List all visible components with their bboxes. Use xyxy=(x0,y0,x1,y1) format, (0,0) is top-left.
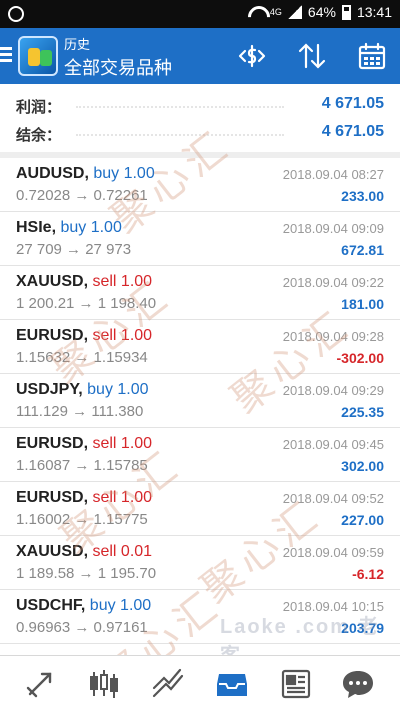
menu-icon[interactable] xyxy=(0,44,12,68)
trade-symbol: EURUSD, sell 1.00 xyxy=(16,327,153,344)
trade-time: 2018.09.04 09:45 xyxy=(282,437,384,452)
trade-time: 2018.09.04 09:29 xyxy=(282,383,384,398)
trade-symbol: EURUSD, sell 1.00 xyxy=(16,489,153,506)
trade-side: buy 1.00 xyxy=(93,165,155,182)
status-bar: 4G 64% 13:41 xyxy=(0,0,400,28)
trade-row[interactable]: EURUSD, sell 1.00 1.16087 → 1.15785 2018… xyxy=(0,428,400,482)
trade-profit: 302.00 xyxy=(341,458,384,474)
profit-label: 利润： xyxy=(16,99,62,116)
trade-profit: 225.35 xyxy=(341,404,384,420)
trade-prices: 1.16002 → 1.15775 xyxy=(16,511,148,528)
trade-row[interactable]: EURUSD, sell 1.00 1.15632 → 1.15934 2018… xyxy=(0,320,400,374)
balance-row: 结余： 4 671.05 xyxy=(16,120,384,144)
trade-profit: 227.00 xyxy=(341,512,384,528)
trade-prices: 1.16087 → 1.15785 xyxy=(16,457,148,474)
battery-percent: 64% xyxy=(307,4,336,20)
trade-time: 2018.09.04 09:59 xyxy=(282,545,384,560)
trade-prices: 0.96963 → 0.97161 xyxy=(16,619,148,636)
signal-icon xyxy=(287,5,302,19)
account-summary: 利润： 4 671.05 结余： 4 671.05 xyxy=(0,84,400,154)
trade-prices: 111.129 → 111.380 xyxy=(16,403,144,420)
news-icon[interactable] xyxy=(278,666,314,702)
trade-side: sell 0.01 xyxy=(92,543,153,560)
messages-icon[interactable] xyxy=(340,666,376,702)
trade-time: 2018.09.04 09:09 xyxy=(282,221,384,236)
dotted-leader xyxy=(76,134,284,136)
trade-side: buy 1.00 xyxy=(89,597,152,614)
bottom-navigation xyxy=(0,655,400,711)
trade-prices: 0.72028 → 0.72261 xyxy=(16,187,148,204)
toolbar-title: 历史 xyxy=(64,37,91,52)
trade-time: 2018.09.04 09:22 xyxy=(282,275,384,290)
quotes-icon[interactable] xyxy=(22,666,58,702)
trade-side: sell 1.00 xyxy=(92,489,153,506)
trade-symbol: AUDUSD, buy 1.00 xyxy=(16,165,155,182)
trade-time: 2018.09.04 09:52 xyxy=(282,491,384,506)
clock: 13:41 xyxy=(356,4,392,20)
trade-symbol: XAUUSD, sell 0.01 xyxy=(16,543,153,560)
trade-prices: 1 200.21 → 1 198.40 xyxy=(16,295,157,312)
app-logo[interactable] xyxy=(18,36,58,76)
trade-prices: 27 709 → 27 973 xyxy=(16,241,132,258)
trade-time: 2018.09.04 08:27 xyxy=(282,167,384,182)
trade-symbol: USDJPY, buy 1.00 xyxy=(16,381,149,398)
history-icon[interactable] xyxy=(214,666,250,702)
trade-row[interactable]: AUDUSD, buy 1.00 0.72028 → 0.72261 2018.… xyxy=(0,158,400,212)
notification-icon xyxy=(8,6,24,22)
trade-side: sell 1.00 xyxy=(92,327,153,344)
calendar-icon[interactable] xyxy=(356,40,388,72)
trade-profit: -302.00 xyxy=(336,350,384,366)
trade-side: sell 1.00 xyxy=(92,273,153,290)
battery-icon xyxy=(341,4,351,20)
trade-row[interactable]: USDJPY, buy 1.00 111.129 → 111.380 2018.… xyxy=(0,374,400,428)
dotted-leader xyxy=(76,106,284,108)
trade-row[interactable]: XAUUSD, sell 0.01 1 189.58 → 1 195.70 20… xyxy=(0,536,400,590)
balance-label: 结余： xyxy=(16,127,62,144)
trade-row[interactable]: HSIe, buy 1.00 27 709 → 27 973 2018.09.0… xyxy=(0,212,400,266)
profit-value: 4 671.05 xyxy=(321,95,384,112)
status-right: 4G 64% 13:41 xyxy=(248,4,392,20)
trade-profit: 233.00 xyxy=(341,188,384,204)
dollar-swap-icon[interactable] xyxy=(236,40,268,72)
trade-time: 2018.09.04 09:28 xyxy=(282,329,384,344)
trade-profit: -6.12 xyxy=(352,566,384,582)
sort-icon[interactable] xyxy=(296,40,328,72)
trade-side: sell 1.00 xyxy=(92,435,153,452)
trade-row[interactable]: XAUUSD, sell 1.00 1 200.21 → 1 198.40 20… xyxy=(0,266,400,320)
trade-side: buy 1.00 xyxy=(60,219,122,236)
trade-prices: 1.15632 → 1.15934 xyxy=(16,349,148,366)
trade-symbol: EURUSD, sell 1.00 xyxy=(16,435,153,452)
balance-value: 4 671.05 xyxy=(321,123,384,140)
symbol-filter-selector[interactable]: 全部交易品种 xyxy=(64,54,172,80)
trade-profit: 672.81 xyxy=(341,242,384,258)
app-toolbar: 历史 全部交易品种 xyxy=(0,28,400,84)
wifi-icon xyxy=(248,6,264,18)
trade-row[interactable]: EURUSD, sell 1.00 1.16002 → 1.15775 2018… xyxy=(0,482,400,536)
trade-symbol: XAUUSD, sell 1.00 xyxy=(16,273,153,290)
trade-icon[interactable] xyxy=(150,666,186,702)
trade-profit: 181.00 xyxy=(341,296,384,312)
trade-symbol: USDCHF, buy 1.00 xyxy=(16,597,152,614)
trade-symbol: HSIe, buy 1.00 xyxy=(16,219,122,236)
trade-side: buy 1.00 xyxy=(87,381,149,398)
chart-icon[interactable] xyxy=(86,666,122,702)
network-type: 4G xyxy=(269,7,282,17)
trade-prices: 1 189.58 → 1 195.70 xyxy=(16,565,157,582)
profit-row: 利润： 4 671.05 xyxy=(16,92,384,116)
